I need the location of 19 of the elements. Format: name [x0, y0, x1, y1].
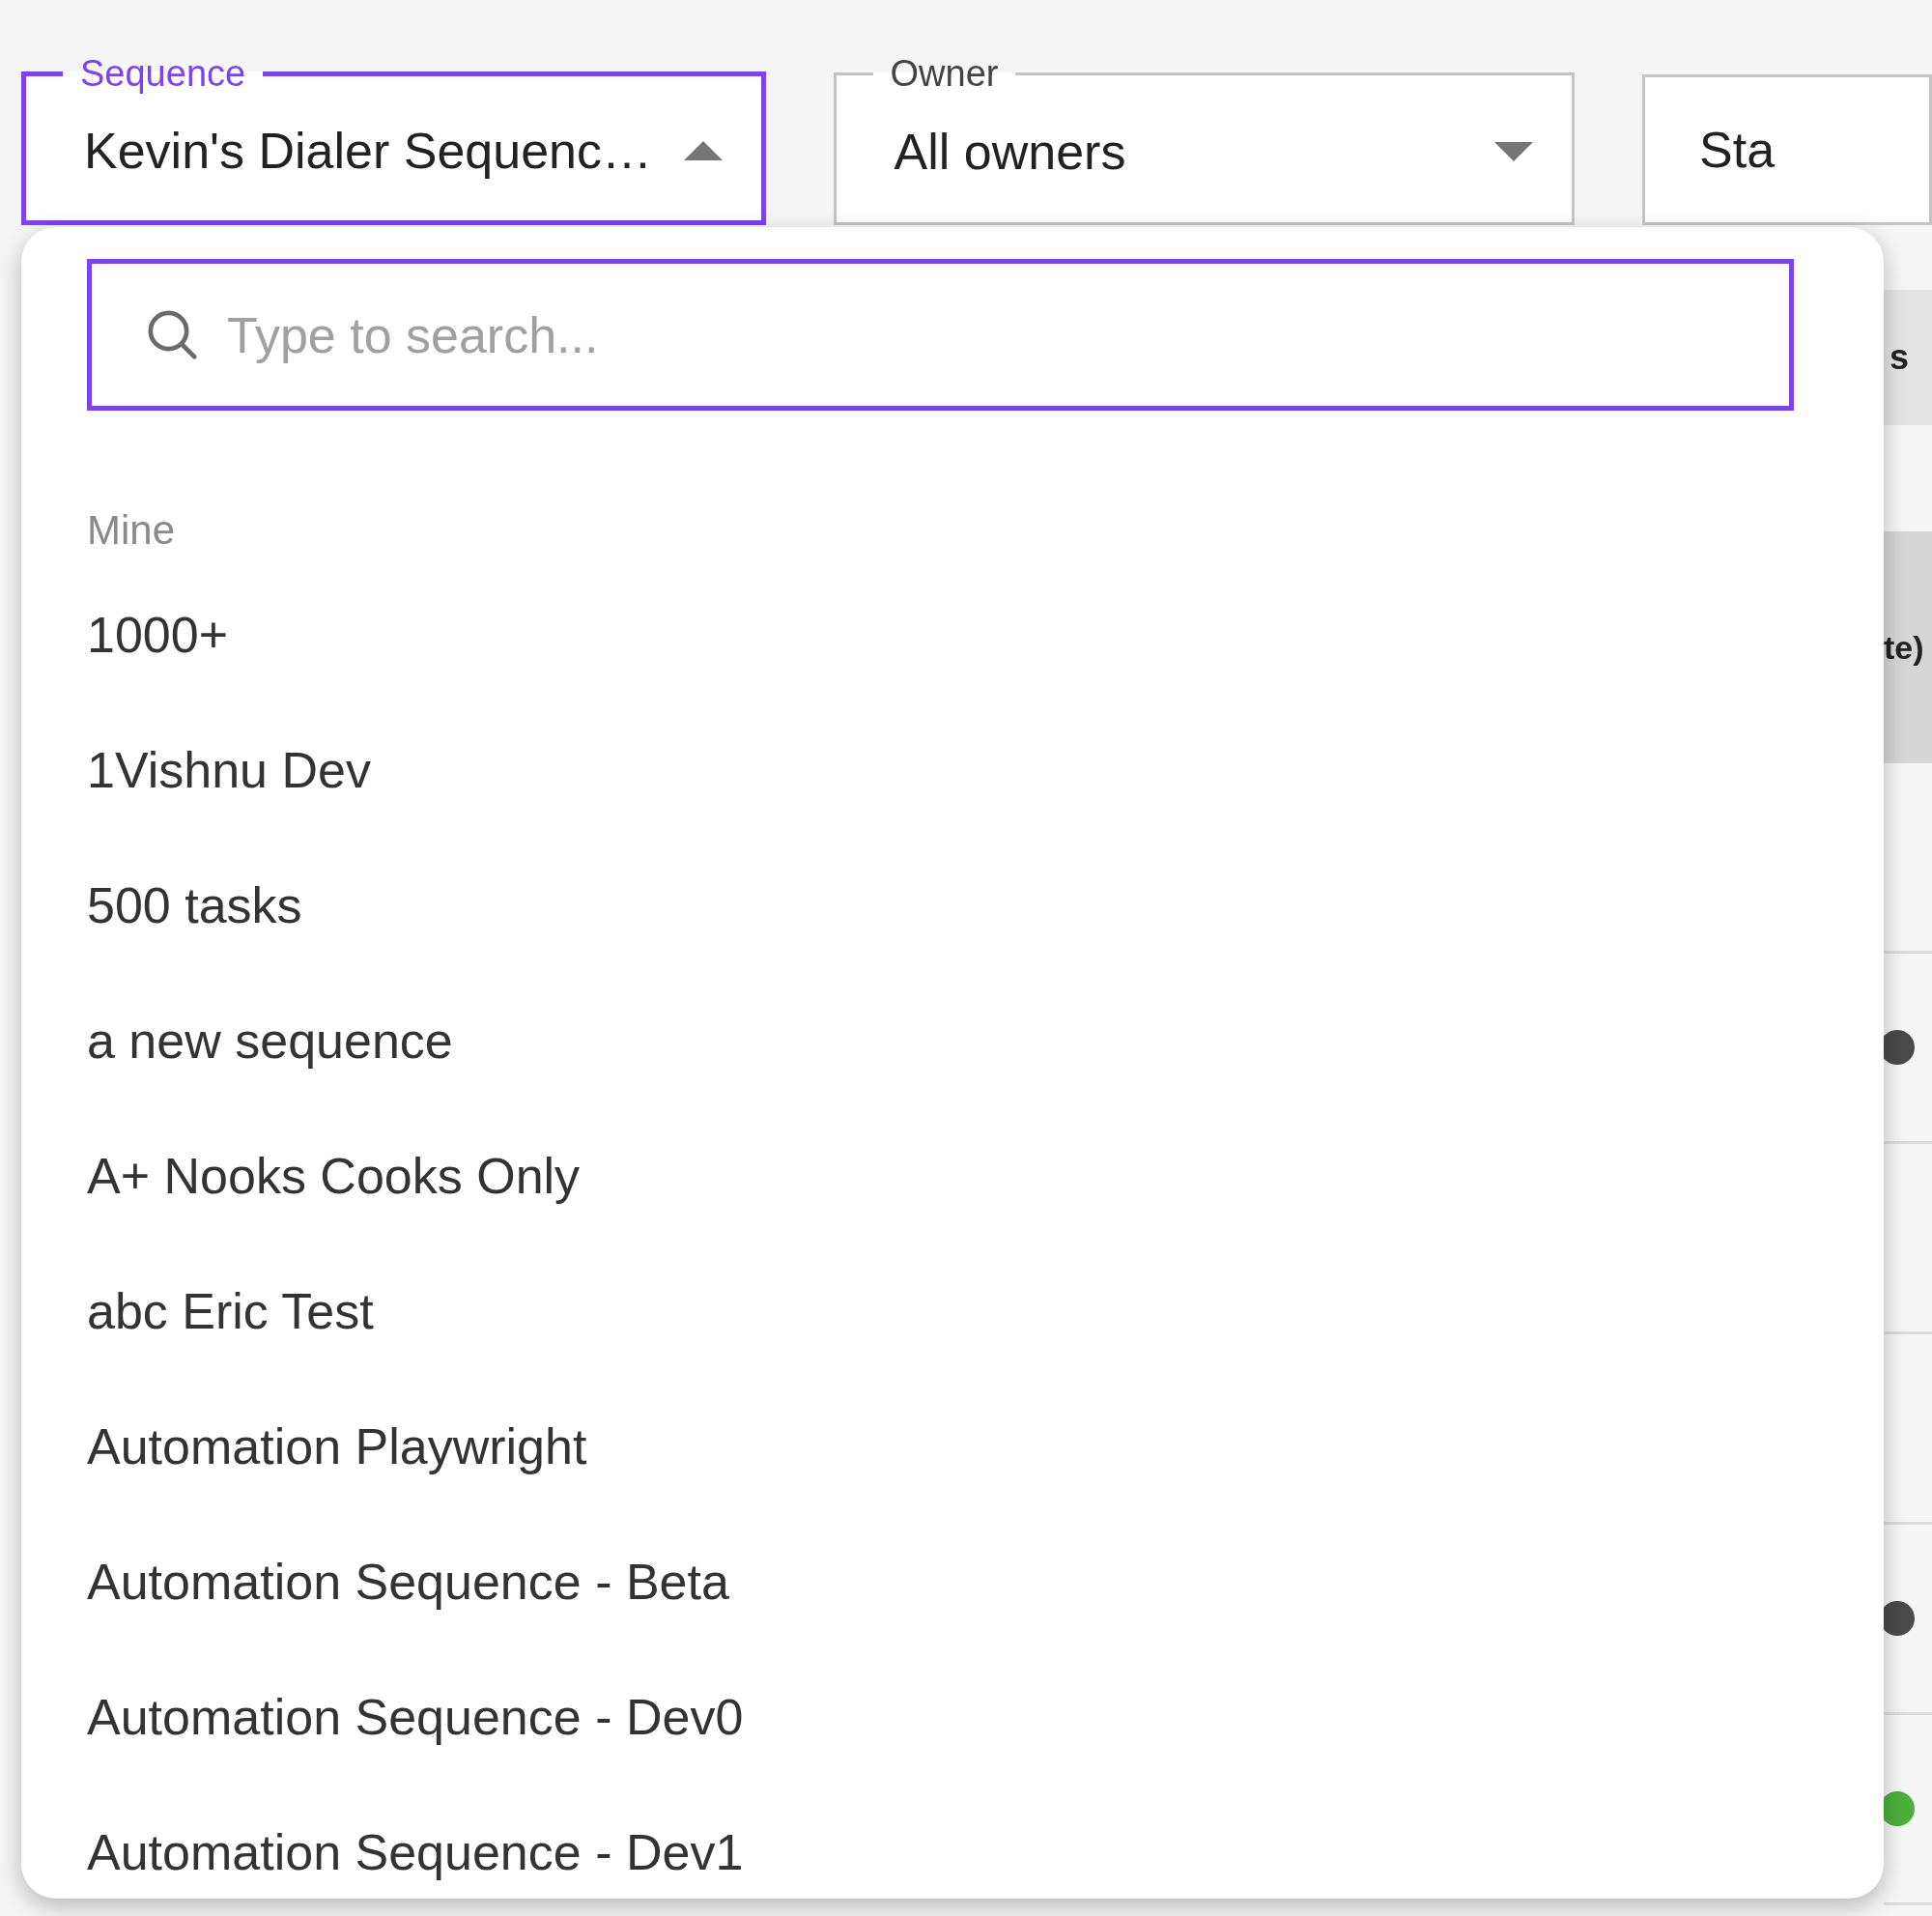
option-item[interactable]: Automation Sequence - Beta — [87, 1543, 1794, 1678]
option-item[interactable]: A+ Nooks Cooks Only — [87, 1137, 1794, 1273]
column-header: te) — [1884, 628, 1924, 667]
tab-chip[interactable]: s — [1884, 290, 1932, 425]
option-item[interactable]: 1000+ — [87, 596, 1794, 731]
option-item[interactable]: abc Eric Test — [87, 1273, 1794, 1408]
option-item[interactable]: 1Vishnu Dev — [87, 731, 1794, 867]
option-item[interactable]: 500 tasks — [87, 867, 1794, 1002]
option-item[interactable]: Automation Playwright — [87, 1408, 1794, 1543]
option-item[interactable]: Automation Sequence - Dev0 — [87, 1678, 1794, 1814]
search-field[interactable]: Type to search... — [87, 259, 1794, 411]
option-item[interactable]: a new sequence — [87, 1002, 1794, 1137]
option-item[interactable]: Automation Sequence - Dev1 — [87, 1814, 1794, 1916]
field-label: Sequence — [79, 53, 247, 95]
select-field[interactable]: Sta — [1642, 74, 1932, 225]
group-heading: Mine — [87, 507, 177, 554]
caret-icon — [683, 141, 723, 160]
field-label: Owner — [889, 53, 1000, 95]
caret-icon — [1494, 142, 1533, 161]
